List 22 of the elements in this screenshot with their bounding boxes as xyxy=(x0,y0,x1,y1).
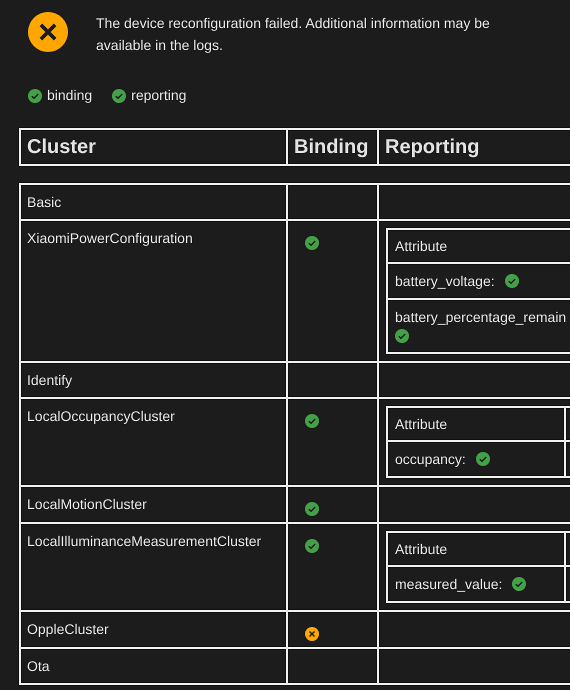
cluster-name: Identify xyxy=(20,362,287,398)
cluster-name: Basic xyxy=(20,184,287,220)
alert-message: The device reconfiguration failed. Additional information may be available in the logs. xyxy=(96,14,491,55)
cluster-name: LocalMotionCluster xyxy=(20,486,287,523)
column-header: Reporting xyxy=(378,129,570,165)
attribute-name: battery_percentage_remain xyxy=(395,309,566,325)
cluster-name: LocalIlluminanceMeasurementCluster xyxy=(20,523,287,611)
attribute-name: measured_value: xyxy=(395,576,502,592)
attribute-header: Attribute xyxy=(387,229,570,263)
cluster-name: XiaomiPowerConfiguration xyxy=(20,220,287,362)
column-header: Cluster xyxy=(20,129,287,165)
cluster-name: LocalOccupancyCluster xyxy=(20,398,287,486)
attribute-header: Attribute xyxy=(387,407,565,441)
attribute-name: occupancy: xyxy=(395,451,466,467)
attribute-header: Attribute xyxy=(387,532,565,566)
legend-label: binding xyxy=(47,86,92,105)
column-header: Binding xyxy=(287,129,378,165)
attribute-name: battery_voltage: xyxy=(395,273,495,289)
cluster-name: Ota xyxy=(20,648,287,684)
cluster-name: OppleCluster xyxy=(20,611,287,648)
legend-label: reporting xyxy=(131,86,186,105)
x-icon xyxy=(28,12,68,52)
